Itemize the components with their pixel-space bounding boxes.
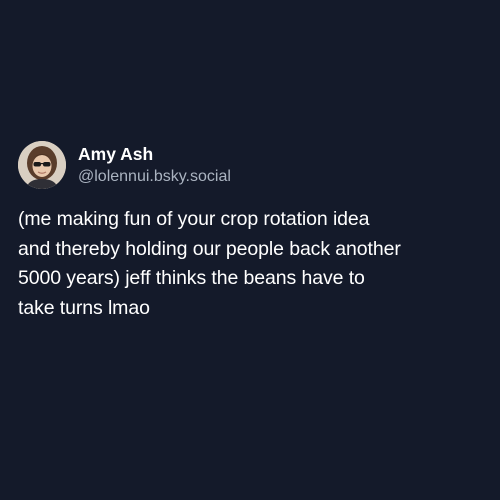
author-info: Amy Ash @lolennui.bsky.social	[78, 143, 231, 188]
author-display-name[interactable]: Amy Ash	[78, 143, 231, 165]
post-header: Amy Ash @lolennui.bsky.social	[18, 140, 488, 190]
post-text: (me making fun of your crop rotation ide…	[18, 208, 401, 319]
user-avatar-icon	[18, 141, 66, 189]
avatar[interactable]	[18, 141, 66, 189]
post-card: Amy Ash @lolennui.bsky.social (me making…	[18, 140, 488, 323]
author-handle[interactable]: @lolennui.bsky.social	[78, 166, 231, 188]
